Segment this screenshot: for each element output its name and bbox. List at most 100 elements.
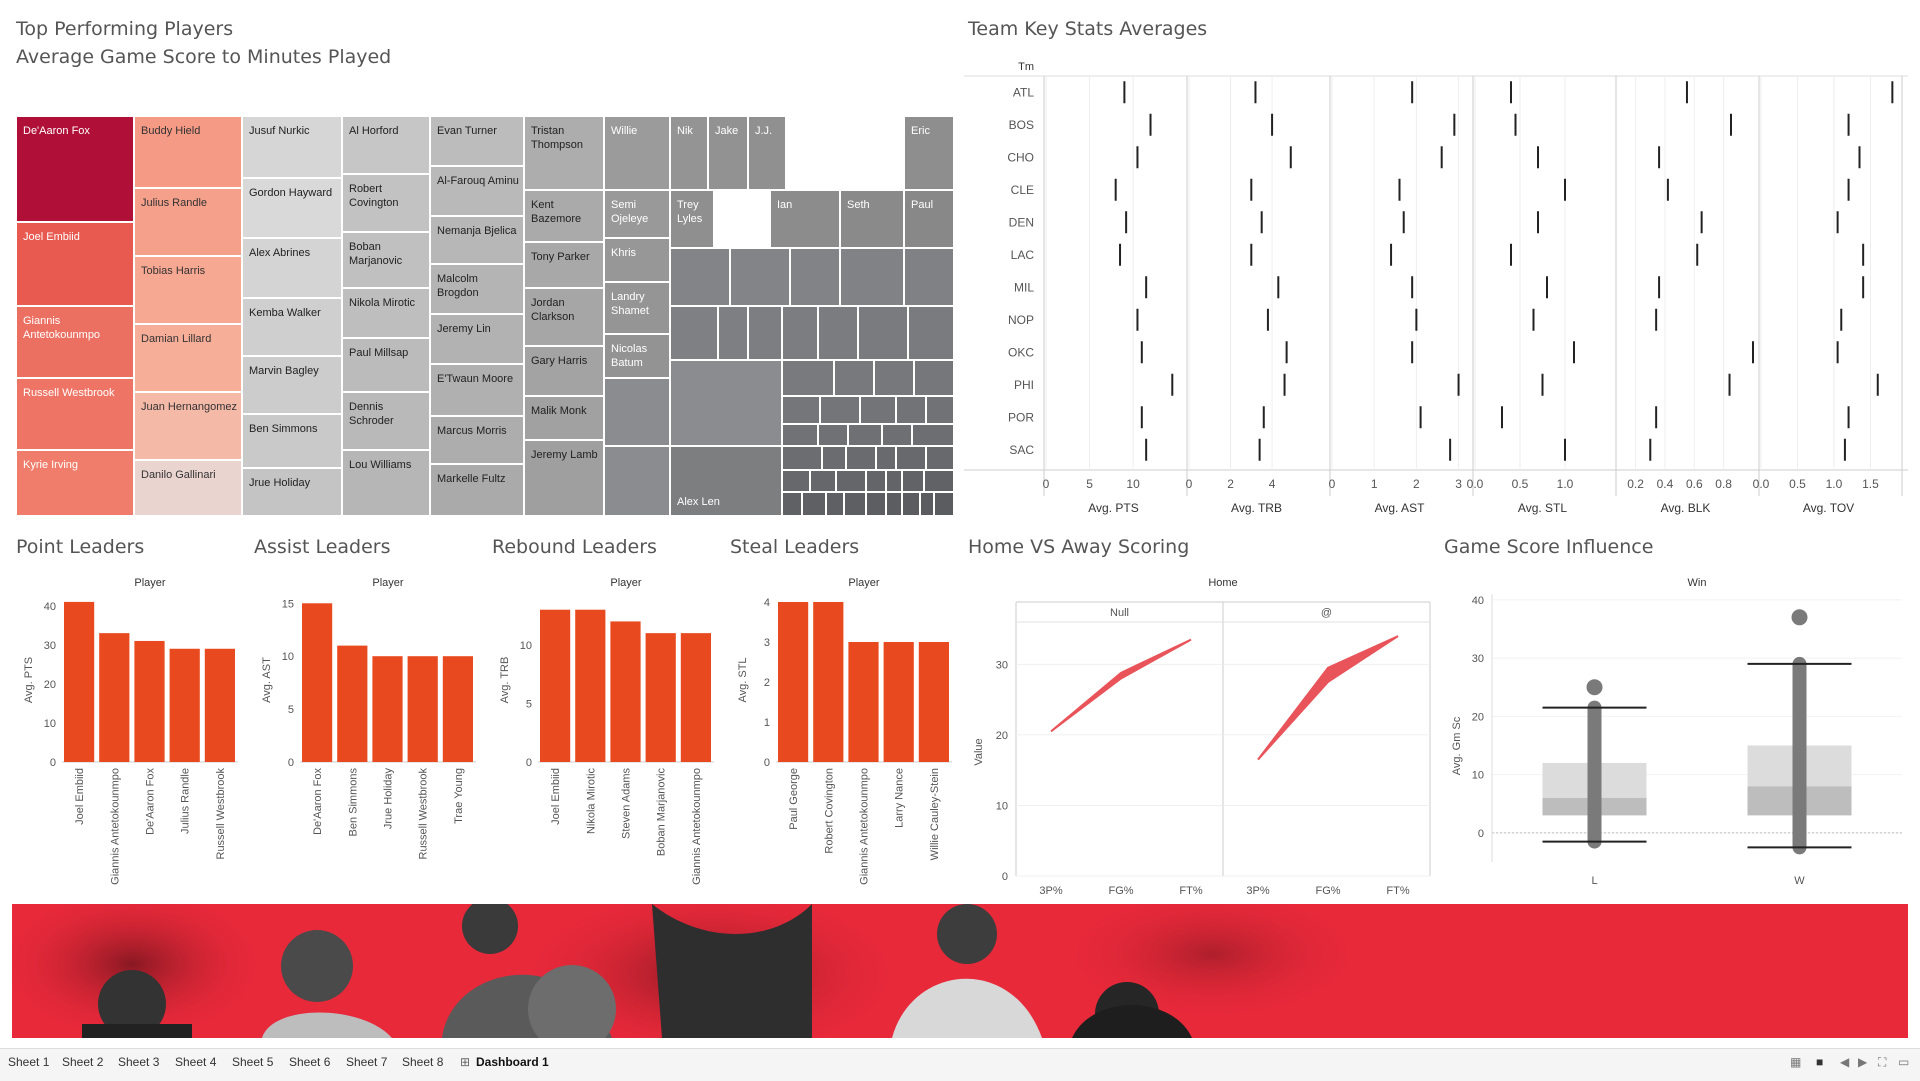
treemap-cell-jrue-holiday[interactable]: Jrue Holiday (242, 468, 342, 516)
treemap-cell-dennis-schroder[interactable]: Dennis Schroder (342, 392, 430, 450)
treemap-cell-khris[interactable]: Khris (604, 238, 670, 282)
bar-russell-westbrook[interactable] (204, 648, 235, 762)
bar-trae-young[interactable] (442, 656, 473, 762)
treemap-cell-ian[interactable]: Ian (770, 190, 840, 248)
tab-sheet-3[interactable]: Sheet 3 (118, 1055, 159, 1069)
treemap-cell-landry-shamet[interactable]: Landry Shamet (604, 282, 670, 334)
bar-giannis-antetokounmpo[interactable] (848, 642, 879, 762)
treemap-cell[interactable] (882, 424, 912, 446)
treemap-cell[interactable] (860, 396, 896, 424)
treemap-cell[interactable] (876, 446, 896, 470)
bar-giannis-antetokounmpo[interactable] (99, 633, 130, 762)
tab-sheet-5[interactable]: Sheet 5 (232, 1055, 273, 1069)
treemap-cell[interactable] (848, 424, 882, 446)
treemap-cell-alex-len[interactable]: Alex Len (670, 446, 782, 516)
bar-robert-covington[interactable] (813, 602, 844, 762)
outlier-l[interactable] (1586, 679, 1603, 696)
treemap-cell-trey-lyles[interactable]: Trey Lyles (670, 190, 714, 248)
treemap-cell[interactable] (908, 306, 954, 360)
bar-de-aaron-fox[interactable] (134, 640, 165, 762)
present-icon[interactable]: ▭ (1898, 1055, 1909, 1069)
treemap-cell[interactable] (926, 396, 954, 424)
outlier-w[interactable] (1791, 609, 1808, 626)
treemap-cell[interactable] (670, 360, 782, 446)
treemap-cell[interactable] (818, 306, 858, 360)
treemap-cell[interactable] (902, 470, 924, 492)
treemap-cell[interactable] (782, 360, 834, 396)
treemap-cell[interactable] (874, 360, 914, 396)
scoring-area-null[interactable] (1050, 638, 1192, 733)
treemap-cell[interactable] (886, 470, 902, 492)
treemap-cell[interactable] (844, 492, 866, 516)
treemap-cell[interactable] (926, 446, 954, 470)
treemap-cell[interactable] (782, 446, 822, 470)
treemap-cell[interactable] (836, 470, 866, 492)
treemap-cell-tobias-harris[interactable]: Tobias Harris (134, 256, 242, 324)
next-sheet-icon[interactable]: ▶ (1858, 1055, 1867, 1069)
treemap-cell[interactable] (826, 492, 844, 516)
treemap-cell[interactable] (912, 424, 954, 446)
treemap-cell[interactable] (914, 360, 954, 396)
tabs-view-icon[interactable]: ■ (1816, 1055, 1823, 1069)
treemap[interactable]: De'Aaron Fox Joel Embiid Giannis Antetokou… (16, 116, 954, 516)
treemap-cell[interactable] (718, 306, 748, 360)
treemap-cell[interactable] (920, 492, 934, 516)
treemap-cell[interactable] (604, 446, 670, 516)
treemap-cell[interactable] (782, 492, 802, 516)
treemap-cell[interactable] (902, 492, 920, 516)
treemap-cell[interactable] (834, 360, 874, 396)
treemap-cell-evan-turner[interactable]: Evan Turner (430, 116, 524, 166)
treemap-cell-j-j[interactable]: J.J. (748, 116, 786, 190)
treemap-cell[interactable] (782, 470, 810, 492)
bar-willie-cauley-stein[interactable] (918, 642, 949, 762)
treemap-cell[interactable] (782, 306, 818, 360)
treemap-cell-de-aaron-fox[interactable]: De'Aaron Fox (16, 116, 134, 222)
treemap-cell-jeremy-lamb[interactable]: Jeremy Lamb (524, 440, 604, 516)
treemap-cell-boban-marjanovic[interactable]: Boban Marjanovic (342, 232, 430, 288)
scoring-area-away[interactable] (1257, 635, 1399, 761)
tab-sheet-7[interactable]: Sheet 7 (346, 1055, 387, 1069)
bar-boban-marjanovic[interactable] (645, 633, 676, 762)
treemap-cell[interactable] (748, 306, 782, 360)
tab-sheet-6[interactable]: Sheet 6 (289, 1055, 330, 1069)
treemap-cell-nemanja-bjelica[interactable]: Nemanja Bjelica (430, 216, 524, 264)
bar-jrue-holiday[interactable] (372, 656, 403, 762)
treemap-cell-russell-westbrook[interactable]: Russell Westbrook (16, 378, 134, 450)
treemap-cell-kyrie-irving[interactable]: Kyrie Irving (16, 450, 134, 516)
treemap-cell-joel-embiid[interactable]: Joel Embiid (16, 222, 134, 306)
treemap-cell[interactable] (670, 248, 730, 306)
treemap-cell[interactable] (730, 248, 790, 306)
treemap-cell-nikola-mirotic[interactable]: Nikola Mirotic (342, 288, 430, 338)
treemap-cell-willie[interactable]: Willie (604, 116, 670, 190)
tab-sheet-8[interactable]: Sheet 8 (402, 1055, 443, 1069)
bar-nikola-mirotic[interactable] (575, 609, 606, 762)
treemap-cell[interactable] (866, 470, 886, 492)
bar-paul-george[interactable] (778, 602, 809, 762)
treemap-cell[interactable] (810, 470, 836, 492)
fullscreen-icon[interactable]: ⛶ (1878, 1055, 1886, 1070)
treemap-cell-kent-bazemore[interactable]: Kent Bazemore (524, 190, 604, 242)
treemap-cell-e-twaun-moore[interactable]: E'Twaun Moore (430, 364, 524, 416)
treemap-cell-al-horford[interactable]: Al Horford (342, 116, 430, 174)
treemap-cell[interactable] (604, 378, 670, 446)
treemap-cell-jordan-clarkson[interactable]: Jordan Clarkson (524, 288, 604, 346)
treemap-cell-al-farouq-aminu[interactable]: Al-Farouq Aminu (430, 166, 524, 216)
treemap-cell[interactable] (670, 306, 718, 360)
treemap-cell[interactable] (896, 446, 926, 470)
treemap-cell-malik-monk[interactable]: Malik Monk (524, 396, 604, 440)
treemap-cell[interactable] (802, 492, 826, 516)
tab-sheet-2[interactable]: Sheet 2 (62, 1055, 103, 1069)
treemap-cell[interactable] (934, 492, 954, 516)
treemap-cell-nicolas-batum[interactable]: Nicolas Batum (604, 334, 670, 378)
treemap-cell-robert-covington[interactable]: Robert Covington (342, 174, 430, 232)
treemap-cell-markelle-fultz[interactable]: Markelle Fultz (430, 464, 524, 516)
treemap-cell-paul-millsap[interactable]: Paul Millsap (342, 338, 430, 392)
treemap-cell[interactable] (896, 396, 926, 424)
treemap-cell[interactable] (924, 470, 954, 492)
treemap-cell[interactable] (790, 248, 840, 306)
bar-giannis-antetokounmpo[interactable] (680, 633, 711, 762)
treemap-cell-eric[interactable]: Eric (904, 116, 954, 190)
treemap-cell-semi-ojeleye[interactable]: Semi Ojeleye (604, 190, 670, 238)
treemap-cell-juan-hernangomez[interactable]: Juan Hernangomez (134, 392, 242, 460)
bar-steven-adams[interactable] (610, 621, 641, 762)
